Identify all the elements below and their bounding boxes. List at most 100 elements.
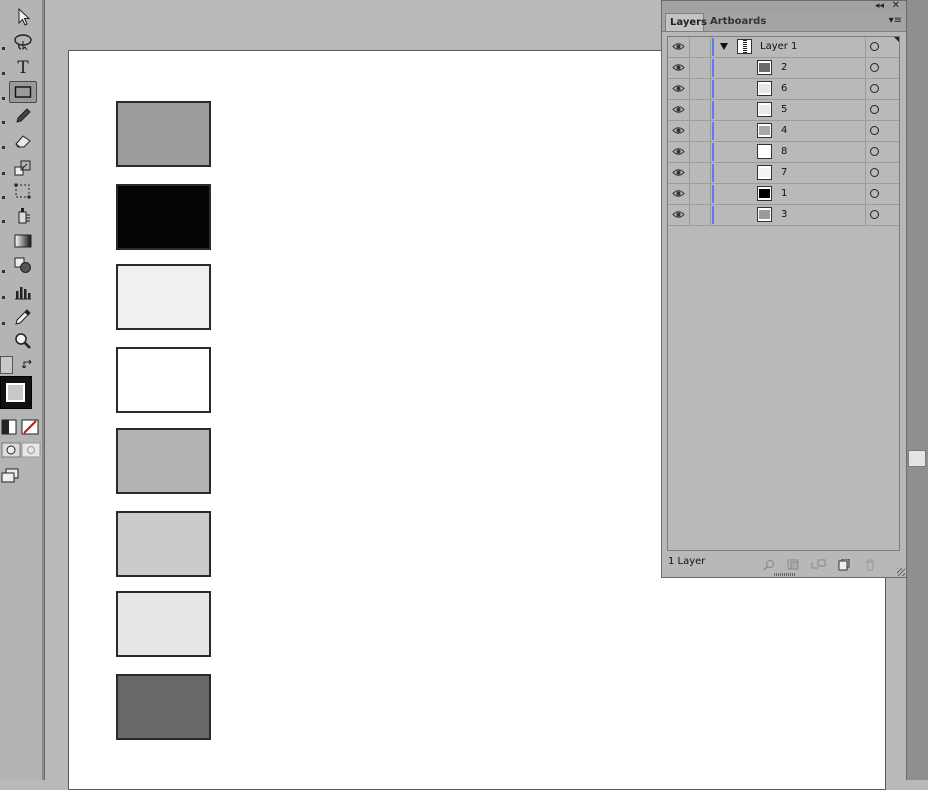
column-divider [865, 184, 866, 204]
rectangle-tool-icon[interactable] [9, 81, 37, 103]
layer-thumbnail [757, 165, 772, 180]
column-divider [710, 142, 711, 162]
eyedropper-tool-icon[interactable] [9, 306, 37, 328]
panel-resize-grip[interactable] [774, 573, 796, 576]
graph-tool-icon[interactable] [9, 281, 37, 303]
screen-mode-icon[interactable] [1, 468, 19, 488]
sublayer-row[interactable]: 8 [668, 142, 899, 163]
target-circle-icon[interactable] [870, 147, 879, 156]
stroke-swatch[interactable] [0, 376, 32, 409]
pencil-tool-icon[interactable] [9, 105, 37, 127]
rectangle-shape[interactable] [116, 264, 211, 330]
layer-name: 5 [781, 104, 788, 115]
collapse-icon[interactable]: ◂◂ [875, 0, 884, 12]
tab-layers[interactable]: Layers [665, 13, 707, 31]
panel-menu-icon[interactable]: ▾≡ [889, 15, 902, 26]
zoom-tool-icon[interactable] [9, 330, 37, 352]
column-divider [865, 121, 866, 141]
tool-flyout-indicator [2, 121, 5, 124]
sublayer-row[interactable]: 4 [668, 121, 899, 142]
type-tool-icon[interactable]: T [9, 57, 37, 79]
selection-tool-icon[interactable] [9, 6, 37, 28]
layer-name: 8 [781, 146, 788, 157]
eye-icon[interactable] [672, 168, 685, 180]
layer-name: 7 [781, 167, 788, 178]
rectangle-shape[interactable] [116, 428, 211, 494]
layer-thumbnail [757, 186, 772, 201]
layer-list: Layer 1 2 6 5 4 8 7 1 3 [667, 36, 900, 551]
eye-icon[interactable] [672, 63, 685, 75]
target-circle-icon[interactable] [870, 168, 879, 177]
eraser-tool-icon[interactable] [9, 130, 37, 152]
layer-color-bar [712, 101, 714, 119]
layer-name: 4 [781, 125, 788, 136]
eye-icon[interactable] [672, 210, 685, 222]
column-divider [689, 100, 690, 120]
scale-tool-icon[interactable] [9, 157, 37, 179]
column-divider [689, 142, 690, 162]
sublayer-row[interactable]: 1 [668, 184, 899, 205]
column-divider [689, 184, 690, 204]
sublayer-row[interactable]: 3 [668, 205, 899, 226]
target-circle-icon[interactable] [870, 42, 879, 51]
swap-fill-stroke-icon[interactable] [21, 356, 34, 375]
rectangle-shape[interactable] [116, 184, 211, 250]
rectangle-shape[interactable] [116, 511, 211, 577]
sublayer-row[interactable]: 5 [668, 100, 899, 121]
rectangle-shape[interactable] [116, 674, 211, 740]
target-circle-icon[interactable] [870, 126, 879, 135]
eye-icon[interactable] [672, 147, 685, 159]
scrollbar-thumb[interactable] [908, 450, 926, 467]
create-new-layer-icon[interactable] [838, 556, 850, 575]
eye-icon[interactable] [672, 42, 685, 54]
column-divider [710, 184, 711, 204]
layer-name: 1 [781, 188, 788, 199]
eye-icon[interactable] [672, 126, 685, 138]
target-circle-icon[interactable] [870, 210, 879, 219]
target-circle-icon[interactable] [870, 189, 879, 198]
column-divider [689, 205, 690, 225]
none-color-icon[interactable] [21, 419, 39, 439]
disclosure-triangle-icon[interactable] [720, 43, 728, 50]
layer-thumbnail [757, 81, 772, 96]
rectangle-shape[interactable] [116, 101, 211, 167]
gradient-tool-icon[interactable] [9, 230, 37, 252]
create-sublayer-icon[interactable] [810, 556, 826, 575]
draw-normal-icon[interactable] [1, 442, 41, 462]
sublayer-row[interactable]: 2 [668, 58, 899, 79]
target-circle-icon[interactable] [870, 84, 879, 93]
layer-row-parent[interactable]: Layer 1 [668, 37, 899, 58]
eye-icon[interactable] [672, 105, 685, 117]
thumbnail-fill [759, 147, 770, 156]
fill-swatch[interactable] [0, 356, 13, 374]
layer-color-bar [712, 122, 714, 140]
sublayer-row[interactable]: 7 [668, 163, 899, 184]
free-transform-tool-icon[interactable] [9, 180, 37, 202]
target-circle-icon[interactable] [870, 105, 879, 114]
column-divider [710, 79, 711, 99]
target-circle-icon[interactable] [870, 63, 879, 72]
thumbnail-fill [759, 126, 770, 135]
symbol-sprayer-tool-icon[interactable] [9, 205, 37, 227]
vertical-scrollbar[interactable] [906, 0, 928, 780]
shape-builder-tool-icon[interactable] [9, 254, 37, 276]
layer-thumbnail [757, 207, 772, 222]
eye-icon[interactable] [672, 189, 685, 201]
column-divider [710, 121, 711, 141]
tab-artboards[interactable]: Artboards [706, 13, 766, 31]
stroke-swatch-inner [6, 383, 25, 402]
delete-layer-icon[interactable] [864, 556, 876, 575]
layer-name: 6 [781, 83, 788, 94]
panel-resize-corner[interactable] [897, 568, 905, 576]
color-mode-icon[interactable] [1, 419, 17, 439]
sublayer-row[interactable]: 6 [668, 79, 899, 100]
lasso-tool-icon[interactable] [9, 31, 37, 53]
eye-icon[interactable] [672, 84, 685, 96]
thumbnail-fill [759, 189, 770, 198]
layer-color-bar [712, 185, 714, 203]
column-divider [865, 163, 866, 183]
rectangle-shape[interactable] [116, 347, 211, 413]
rectangle-shape[interactable] [116, 591, 211, 657]
layer-thumbnail [757, 60, 772, 75]
close-icon[interactable]: ✕ [892, 0, 900, 12]
